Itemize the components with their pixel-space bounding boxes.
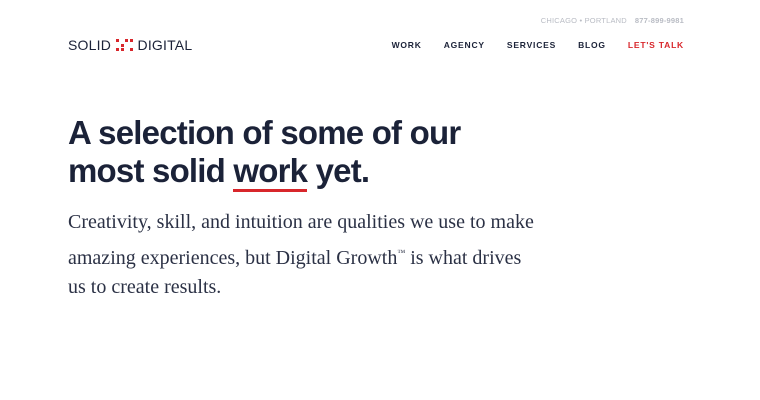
- page-title: A selection of some of our most solid wo…: [68, 114, 528, 192]
- contact-bar: CHICAGO • PORTLAND 877-899-9981: [541, 16, 684, 25]
- headline-part2: yet.: [307, 152, 370, 189]
- trademark-symbol: ™: [397, 247, 406, 257]
- phone-link[interactable]: 877-899-9981: [635, 16, 684, 25]
- site-header: SOLID DIGITAL WORK AGENCY SERVICES BLOG …: [68, 37, 684, 53]
- main-nav: WORK AGENCY SERVICES BLOG LET'S TALK: [392, 40, 684, 50]
- intro-paragraph: Creativity, skill, and intuition are qua…: [68, 208, 538, 303]
- nav-agency[interactable]: AGENCY: [444, 40, 485, 50]
- logo-text-solid: SOLID: [68, 37, 112, 53]
- locations-text: CHICAGO • PORTLAND: [540, 16, 627, 25]
- headline-highlight: work: [233, 152, 308, 192]
- nav-lets-talk[interactable]: LET'S TALK: [628, 40, 684, 50]
- nav-blog[interactable]: BLOG: [578, 40, 606, 50]
- logo-text-digital: DIGITAL: [137, 37, 193, 53]
- nav-services[interactable]: SERVICES: [507, 40, 556, 50]
- nav-work[interactable]: WORK: [392, 40, 422, 50]
- logo-mark-icon: [116, 39, 133, 51]
- logo[interactable]: SOLID DIGITAL: [68, 37, 192, 53]
